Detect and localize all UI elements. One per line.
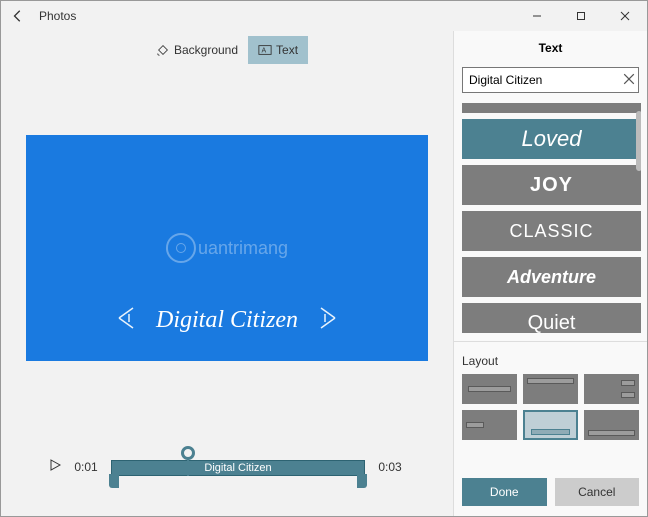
panel-title: Text — [454, 31, 647, 67]
play-button[interactable] — [49, 458, 61, 476]
stretch-handle-left-icon[interactable] — [116, 304, 138, 337]
timeline: 0:01 Digital Citizen 0:03 — [1, 428, 453, 516]
watermark: uantrimang — [166, 233, 288, 263]
layout-option-2[interactable] — [523, 374, 578, 404]
back-button[interactable] — [1, 1, 35, 31]
style-card-quiet[interactable]: Quiet — [462, 303, 641, 333]
layout-title: Layout — [462, 354, 639, 368]
clip-bar[interactable]: Digital Citizen — [111, 460, 365, 476]
panel-buttons: Done Cancel — [454, 468, 647, 516]
style-card-joy[interactable]: JOY — [462, 165, 641, 205]
layout-option-6[interactable] — [584, 410, 639, 440]
time-start: 0:01 — [71, 460, 101, 474]
minimize-button[interactable] — [515, 1, 559, 31]
titlebar: Photos — [1, 1, 647, 31]
style-card-adventure[interactable]: Adventure — [462, 257, 641, 297]
mode-toolbar: Background A Text — [1, 31, 453, 69]
maximize-button[interactable] — [559, 1, 603, 31]
time-end: 0:03 — [375, 460, 405, 474]
window-controls — [515, 1, 647, 31]
background-mode-label: Background — [174, 43, 238, 57]
layout-option-3[interactable] — [584, 374, 639, 404]
clip-trim-start[interactable] — [109, 474, 119, 488]
style-card-classic[interactable]: CLASSIC — [462, 211, 641, 251]
app-title: Photos — [39, 9, 76, 23]
clip-trim-end[interactable] — [357, 474, 367, 488]
layout-option-4[interactable] — [462, 410, 517, 440]
text-mode-label: Text — [276, 43, 298, 57]
stretch-handle-right-icon[interactable] — [316, 304, 338, 337]
style-card-peek[interactable] — [462, 103, 641, 113]
main-area: Background A Text uantrimang Digital Cit… — [1, 31, 453, 516]
close-button[interactable] — [603, 1, 647, 31]
style-card-loved[interactable]: Loved — [462, 119, 641, 159]
paint-bucket-icon — [156, 43, 170, 57]
cancel-button[interactable]: Cancel — [555, 478, 640, 506]
timeline-track[interactable]: Digital Citizen — [111, 442, 365, 492]
preview-area: uantrimang Digital Citizen — [1, 69, 453, 428]
svg-text:A: A — [262, 48, 267, 55]
scrollbar[interactable] — [636, 111, 641, 171]
text-input-wrap — [462, 67, 639, 93]
subtitle-overlay[interactable]: Digital Citizen — [26, 304, 428, 337]
done-button[interactable]: Done — [462, 478, 547, 506]
preview-canvas[interactable]: uantrimang Digital Citizen — [26, 135, 428, 361]
text-panel: Text Loved JOY CLASSIC Adventure Quiet L… — [453, 31, 647, 516]
clear-input-icon[interactable] — [623, 72, 635, 90]
text-mode-button[interactable]: A Text — [248, 36, 308, 64]
subtitle-text: Digital Citizen — [156, 307, 298, 334]
text-input[interactable] — [462, 67, 639, 93]
background-mode-button[interactable]: Background — [146, 36, 248, 64]
layout-section: Layout — [462, 354, 639, 440]
text-icon: A — [258, 43, 272, 57]
layout-option-5[interactable] — [523, 410, 578, 440]
layout-option-1[interactable] — [462, 374, 517, 404]
style-list[interactable]: Loved JOY CLASSIC Adventure Quiet — [462, 103, 641, 333]
